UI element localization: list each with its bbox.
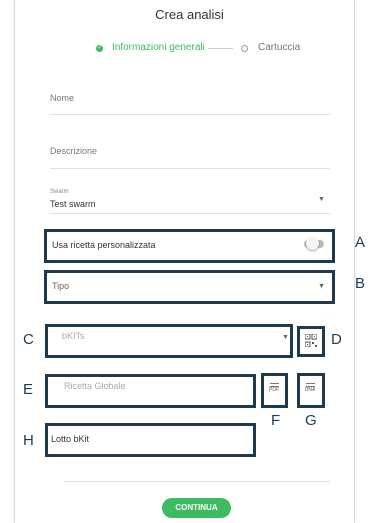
bkits-placeholder: bKITs <box>62 331 85 341</box>
name-underline <box>50 114 330 115</box>
annotation-d: D <box>331 331 342 348</box>
form-divider <box>64 481 330 482</box>
chevron-down-icon[interactable]: ▼ <box>282 334 289 341</box>
swarm-label: Swarm <box>50 189 69 195</box>
check-icon: ✓ <box>96 45 103 52</box>
type-placeholder: Tipo <box>52 281 70 291</box>
step-connector <box>208 48 233 49</box>
annotation-a: A <box>355 234 366 251</box>
description-label: Descrizione <box>50 146 98 156</box>
stepper: ✓ Informazioni generali Cartuccia <box>0 42 379 56</box>
page-title: Crea analisi <box>155 7 224 22</box>
description-field[interactable]: Descrizione <box>50 141 330 159</box>
chevron-down-icon[interactable]: ▼ <box>318 196 325 203</box>
annotation-g: G <box>305 412 317 429</box>
pdf-icon-text: PDF <box>269 387 279 393</box>
dna-icon-text: DNA <box>304 387 316 393</box>
custom-recipe-label: Usa ricetta personalizzata <box>52 240 156 250</box>
pdf-icon: PDF <box>268 381 280 395</box>
dna-icon: DNA <box>304 381 316 395</box>
annotation-h: H <box>23 432 34 449</box>
name-field[interactable]: Nome <box>50 88 330 106</box>
annotation-b: B <box>355 275 366 292</box>
step-cartridge[interactable]: Cartuccia <box>258 42 300 53</box>
qr-code-icon <box>305 334 317 347</box>
circle-icon <box>241 45 248 52</box>
lot-bkit-label: Lotto bKit <box>51 434 90 444</box>
swarm-select[interactable]: Test swarm <box>50 199 96 209</box>
step-general-info[interactable]: Informazioni generali <box>112 42 205 53</box>
continue-button[interactable]: CONTINUA <box>162 498 231 518</box>
annotation-e: E <box>23 381 34 398</box>
global-recipe-field[interactable] <box>45 374 256 408</box>
annotation-c: C <box>23 331 34 348</box>
toggle-knob[interactable] <box>306 237 319 250</box>
name-label: Nome <box>50 93 75 103</box>
annotation-f: F <box>271 412 281 429</box>
swarm-underline <box>50 213 330 214</box>
description-underline <box>50 168 330 169</box>
type-select[interactable] <box>44 270 335 304</box>
global-recipe-placeholder: Ricetta Globale <box>64 381 126 391</box>
bkits-select[interactable] <box>45 324 293 358</box>
chevron-down-icon[interactable]: ▼ <box>318 283 325 290</box>
